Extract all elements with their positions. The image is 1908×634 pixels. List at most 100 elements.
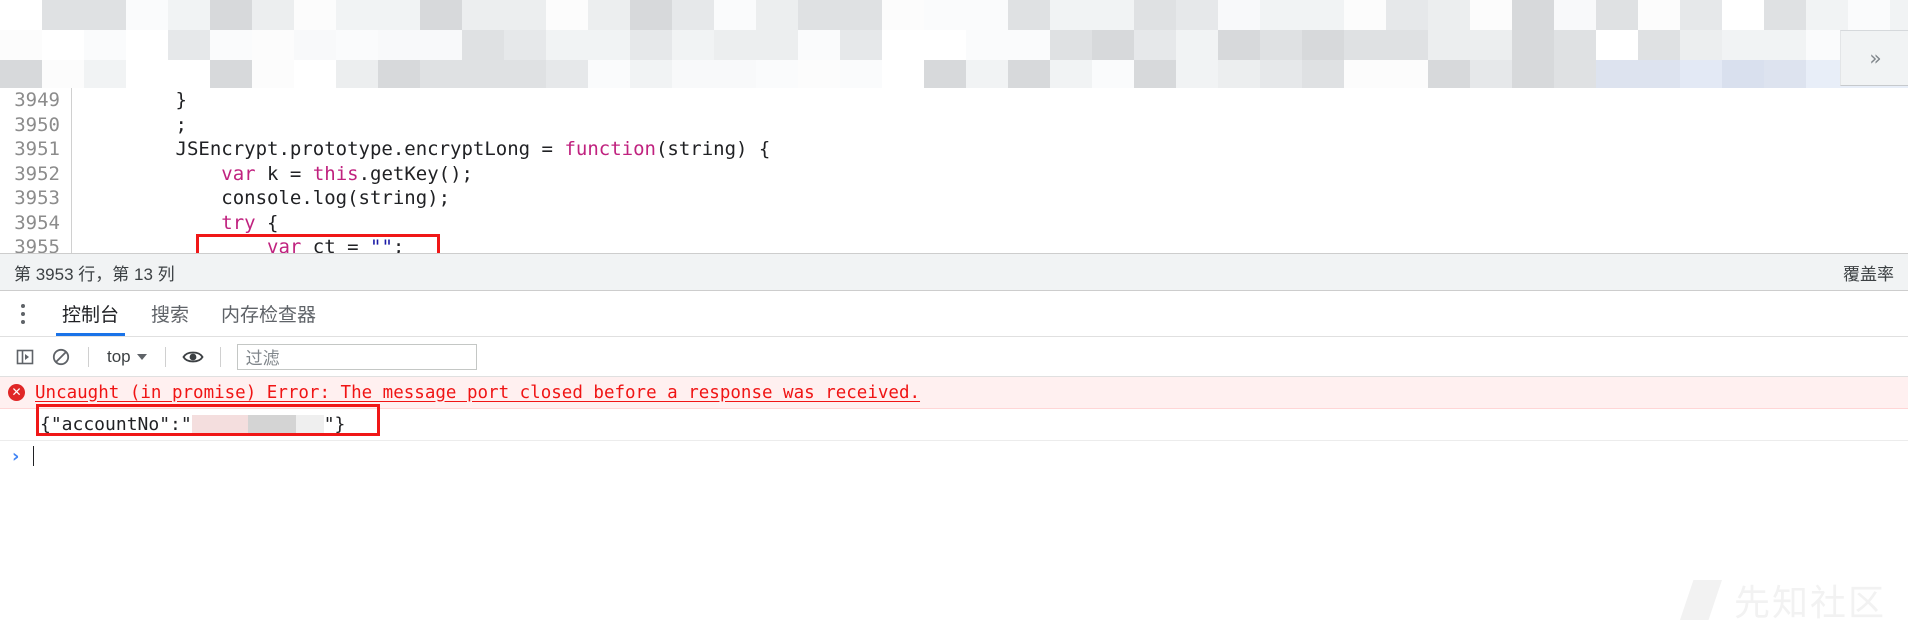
text-caret	[33, 446, 35, 466]
mosaic-tile	[462, 60, 504, 88]
mosaic-tile	[756, 0, 798, 30]
mosaic-tile	[1890, 0, 1908, 30]
mosaic-tile	[126, 0, 168, 30]
live-expression-eye-icon[interactable]	[178, 343, 208, 371]
mosaic-tile	[378, 0, 420, 30]
mosaic-tile	[840, 30, 882, 60]
mosaic-tile	[1092, 60, 1134, 88]
mosaic-tile	[1638, 30, 1680, 60]
mosaic-tile	[1008, 30, 1050, 60]
mosaic-tile	[1302, 30, 1344, 60]
mosaic-tile	[1260, 60, 1302, 88]
mosaic-tile	[1260, 0, 1302, 30]
code-line: 3951 JSEncrypt.prototype.encryptLong = f…	[0, 137, 1908, 162]
mosaic-tile	[1008, 60, 1050, 88]
show-console-sidebar-icon[interactable]	[10, 343, 40, 371]
mosaic-tile	[924, 30, 966, 60]
toolbar-divider-2	[164, 346, 166, 367]
log-suffix: "}	[323, 414, 346, 435]
mosaic-tile	[1176, 30, 1218, 60]
mosaic-tile	[1386, 60, 1428, 88]
execution-context-selector[interactable]: top	[101, 347, 153, 367]
drawer-tabs: 控制台 搜索 内存检查器	[46, 291, 332, 336]
line-number: 3949	[14, 89, 60, 111]
mosaic-tile	[924, 0, 966, 30]
mosaic-tile	[798, 0, 840, 30]
mosaic-tile	[84, 30, 126, 60]
coverage-label[interactable]: 覆盖率	[1843, 260, 1894, 285]
mosaic-tile	[756, 60, 798, 88]
mosaic-tile	[1554, 0, 1596, 30]
devtools-window: » 3949 } 3950 ; 3951 JSEncrypt.prototype.e…	[0, 0, 1908, 634]
console-filter-placeholder: 过滤	[245, 349, 280, 368]
mosaic-tile	[1554, 30, 1596, 60]
mosaic-tile	[1176, 0, 1218, 30]
mosaic-tile	[1302, 0, 1344, 30]
toolbar-divider-1	[88, 346, 89, 367]
mosaic-tile	[1680, 60, 1722, 88]
line-number: 3954	[14, 211, 60, 234]
mosaic-tile	[84, 60, 126, 88]
console-toolbar: top 过滤	[0, 337, 1908, 377]
drawer-tab-label: 搜索	[151, 305, 190, 326]
mosaic-tile	[1050, 60, 1092, 88]
mosaic-tile	[1176, 60, 1218, 88]
redacted-block-2	[247, 415, 296, 435]
watermark: 先知社区	[1679, 574, 1886, 626]
mosaic-tile	[588, 30, 630, 60]
mosaic-tile	[336, 30, 378, 60]
source-code-editor[interactable]: 3949 } 3950 ; 3951 JSEncrypt.prototype.enc…	[0, 88, 1908, 253]
mosaic-tile	[42, 0, 84, 30]
mosaic-tile	[756, 30, 798, 60]
watermark-text: 先知社区	[1733, 583, 1886, 624]
mosaic-tile	[1680, 0, 1722, 30]
mosaic-tile	[840, 0, 882, 30]
execution-context-label: top	[107, 346, 131, 366]
code-text: var k = this.getKey();	[221, 162, 473, 185]
drawer-tab-0[interactable]: 控制台	[46, 291, 135, 336]
mosaic-tile	[546, 30, 588, 60]
mosaic-tile	[1428, 0, 1470, 30]
mosaic-tile	[588, 60, 630, 88]
mosaic-tile	[672, 0, 714, 30]
line-number: 3950	[14, 113, 60, 136]
mosaic-tile	[1092, 0, 1134, 30]
mosaic-tile	[462, 30, 504, 60]
line-number: 3951	[14, 138, 60, 160]
mosaic-tile	[1470, 60, 1512, 88]
mosaic-tile	[546, 60, 588, 88]
line-number: 3955	[14, 236, 60, 253]
console-message-error[interactable]: ✕ Uncaught (in promise) Error: The messa…	[0, 377, 1908, 409]
mosaic-tile	[1638, 0, 1680, 30]
mosaic-tile	[1428, 30, 1470, 60]
mosaic-tile	[1596, 0, 1638, 30]
line-number: 3953	[14, 187, 60, 209]
mosaic-tile	[210, 0, 252, 30]
console-message-log[interactable]: {"accountNo":" "}	[0, 409, 1908, 441]
console-prompt-row[interactable]: ›	[0, 441, 1908, 471]
overflow-chevron-icon[interactable]: »	[1840, 30, 1908, 86]
prompt-chevron-icon: ›	[12, 445, 20, 467]
mosaic-tile	[1554, 60, 1596, 88]
mosaic-tile	[1722, 30, 1764, 60]
clear-console-icon[interactable]	[46, 343, 76, 371]
mosaic-tile	[336, 60, 378, 88]
console-filter-input[interactable]: 过滤	[236, 343, 477, 370]
code-line: 3954 try {	[0, 211, 1908, 236]
mosaic-tile	[0, 0, 42, 30]
error-circle-icon: ✕	[8, 384, 25, 401]
kebab-menu-icon[interactable]	[0, 291, 46, 336]
watermark-logo-icon	[1679, 580, 1722, 620]
mosaic-tile	[1050, 30, 1092, 60]
drawer-tab-2[interactable]: 内存检查器	[205, 291, 332, 336]
mosaic-tile	[966, 30, 1008, 60]
mosaic-tile	[294, 60, 336, 88]
mosaic-tile	[1218, 30, 1260, 60]
mosaic-tile	[1428, 60, 1470, 88]
mosaic-tile	[1512, 60, 1554, 88]
code-text: var ct = "";	[267, 236, 405, 253]
console-error-text: Uncaught (in promise) Error: The message…	[35, 382, 921, 403]
drawer-tab-1[interactable]: 搜索	[135, 291, 205, 336]
code-line: 3950 ;	[0, 113, 1908, 138]
mosaic-tile	[1260, 30, 1302, 60]
